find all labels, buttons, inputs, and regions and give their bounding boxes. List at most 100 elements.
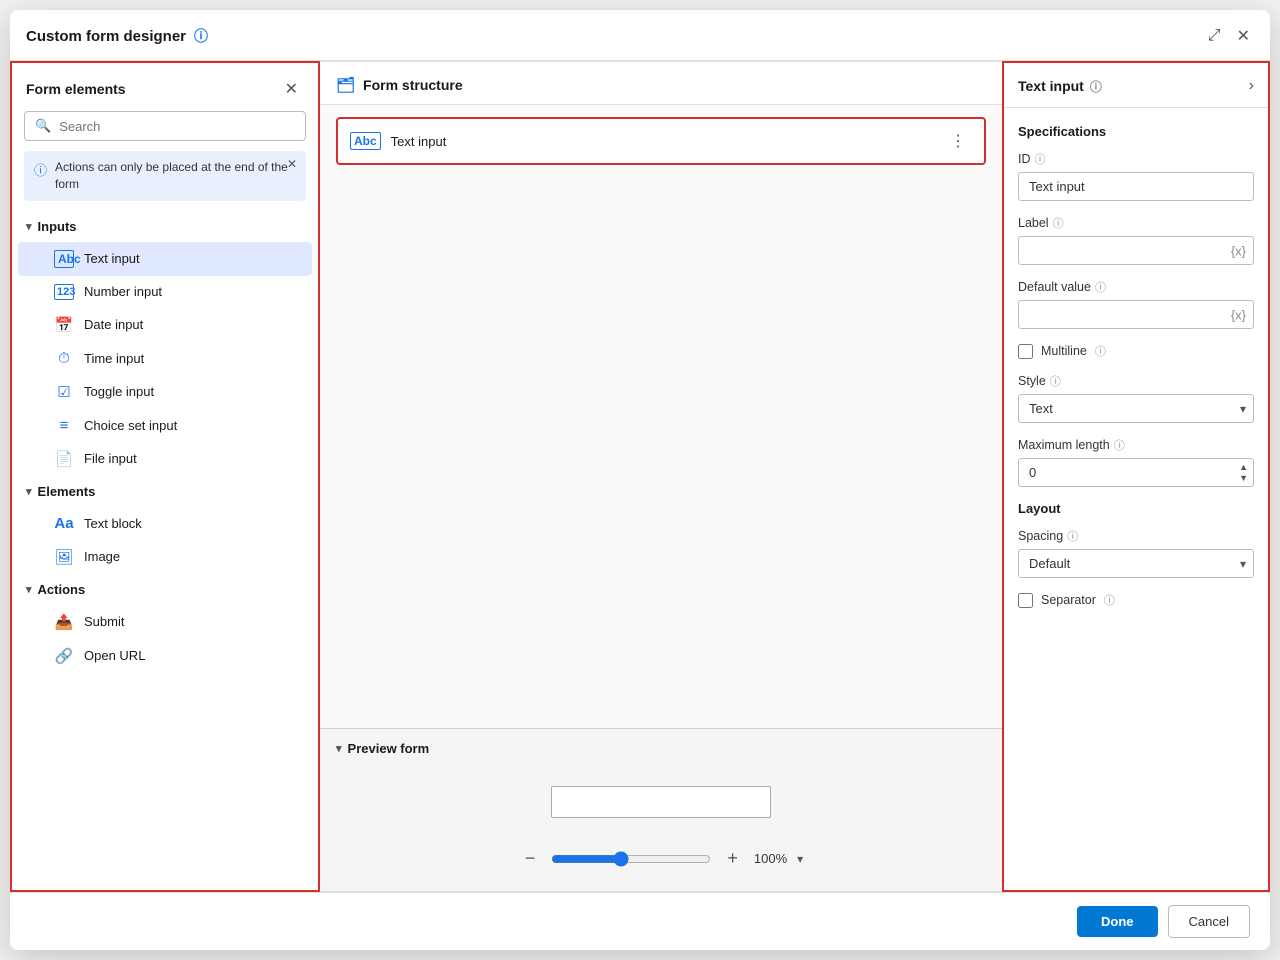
- default-value-field-group: Default value ⓘ {x}: [1018, 279, 1254, 329]
- number-input-icon: 123: [54, 284, 74, 300]
- text-block-icon: Aa: [54, 515, 74, 532]
- close-button[interactable]: ✕: [1233, 22, 1254, 50]
- preview-header[interactable]: ▾ Preview form: [320, 729, 1002, 766]
- cancel-button[interactable]: Cancel: [1168, 905, 1250, 938]
- custom-form-designer-dialog: Custom form designer ⓘ ⤢ ✕ Form elements…: [10, 10, 1270, 950]
- max-length-up-arrow[interactable]: ▲: [1239, 462, 1248, 473]
- zoom-dropdown-chevron-icon[interactable]: ▾: [797, 852, 803, 866]
- left-panel-close-button[interactable]: ✕: [279, 77, 304, 101]
- spacing-label: Spacing ⓘ: [1018, 528, 1254, 544]
- form-element-icon: Abc: [350, 132, 381, 150]
- search-input[interactable]: [59, 119, 295, 134]
- separator-checkbox[interactable]: [1018, 593, 1033, 608]
- right-panel-info-icon[interactable]: ⓘ: [1090, 78, 1102, 95]
- text-input-label: Text input: [84, 251, 140, 266]
- toggle-input-icon: ☑: [54, 383, 74, 401]
- maximize-button[interactable]: ⤢: [1204, 23, 1225, 49]
- done-button[interactable]: Done: [1077, 906, 1158, 937]
- info-banner-icon: ⓘ: [34, 160, 47, 179]
- max-length-label: Maximum length ⓘ: [1018, 437, 1254, 453]
- style-label: Style ⓘ: [1018, 373, 1254, 389]
- default-value-label: Default value ⓘ: [1018, 279, 1254, 295]
- form-structure-body: Abc Text input ⋮: [320, 105, 1002, 728]
- id-field-group: ID ⓘ: [1018, 151, 1254, 201]
- default-value-formula-icon: {x}: [1231, 307, 1246, 322]
- time-input-icon: ⏱: [54, 350, 74, 367]
- max-length-info-icon[interactable]: ⓘ: [1114, 437, 1125, 453]
- preview-input-field[interactable]: [551, 786, 771, 818]
- list-item-file-input[interactable]: 📄 File input: [18, 442, 312, 476]
- search-icon: 🔍: [35, 118, 51, 134]
- actions-section-label: Actions: [38, 582, 86, 597]
- zoom-minus-button[interactable]: −: [519, 846, 542, 871]
- separator-label-text: Separator: [1041, 593, 1096, 607]
- number-input-label: Number input: [84, 284, 162, 299]
- info-banner-text: Actions can only be placed at the end of…: [55, 159, 296, 193]
- separator-info-icon[interactable]: ⓘ: [1104, 592, 1115, 608]
- spacing-select[interactable]: Default None Small Medium Large Extra La…: [1018, 549, 1254, 578]
- list-item-toggle-input[interactable]: ☑ Toggle input: [18, 375, 312, 409]
- form-element-label: Text input: [391, 134, 447, 149]
- actions-section-header[interactable]: ▾ Actions: [12, 574, 318, 605]
- title-actions: ⤢ ✕: [1204, 22, 1254, 50]
- elements-chevron-icon: ▾: [26, 485, 32, 498]
- preview-chevron-icon: ▾: [336, 742, 342, 755]
- default-value-info-icon[interactable]: ⓘ: [1095, 279, 1106, 295]
- info-icon[interactable]: ⓘ: [194, 26, 208, 46]
- multiline-info-icon[interactable]: ⓘ: [1095, 343, 1106, 359]
- layout-title: Layout: [1018, 501, 1254, 516]
- label-info-icon[interactable]: ⓘ: [1053, 215, 1064, 231]
- right-panel: Text input ⓘ › Specifications ID ⓘ: [1002, 61, 1270, 892]
- list-item-time-input[interactable]: ⏱ Time input: [18, 342, 312, 375]
- zoom-slider[interactable]: [551, 851, 711, 867]
- max-length-number-field: ▲ ▼: [1018, 458, 1254, 487]
- specifications-title: Specifications: [1018, 124, 1254, 139]
- date-input-icon: 📅: [54, 316, 74, 334]
- elements-section-header[interactable]: ▾ Elements: [12, 476, 318, 507]
- right-panel-chevron-icon[interactable]: ›: [1249, 77, 1254, 95]
- search-box: 🔍: [24, 111, 306, 141]
- inputs-section-header[interactable]: ▾ Inputs: [12, 211, 318, 242]
- list-item-number-input[interactable]: 123 Number input: [18, 276, 312, 308]
- style-select[interactable]: Text Tel Email URL Password: [1018, 394, 1254, 423]
- max-length-input[interactable]: [1018, 458, 1254, 487]
- multiline-checkbox[interactable]: [1018, 344, 1033, 359]
- id-info-icon[interactable]: ⓘ: [1035, 151, 1046, 167]
- text-block-label: Text block: [84, 516, 142, 531]
- default-value-label-text: Default value: [1018, 280, 1091, 294]
- spacing-field-group: Spacing ⓘ Default None Small Medium Larg…: [1018, 528, 1254, 578]
- info-banner-close-button[interactable]: ✕: [284, 157, 300, 171]
- max-length-down-arrow[interactable]: ▼: [1239, 473, 1248, 484]
- max-length-label-text: Maximum length: [1018, 438, 1110, 452]
- inputs-section-label: Inputs: [38, 219, 77, 234]
- default-value-input-wrapper: {x}: [1018, 300, 1254, 329]
- open-url-label: Open URL: [84, 648, 145, 663]
- preview-zoom-bar: − + 100% ▾: [336, 838, 986, 875]
- list-item-choice-set-input[interactable]: ≡ Choice set input: [18, 409, 312, 442]
- form-element-menu-button[interactable]: ⋮: [944, 129, 972, 153]
- preview-body: − + 100% ▾: [320, 766, 1002, 891]
- list-item-image[interactable]: 🖼 Image: [18, 540, 312, 574]
- right-panel-header: Text input ⓘ ›: [1004, 63, 1268, 108]
- dialog-body: Form elements ✕ 🔍 ⓘ Actions can only be …: [10, 61, 1270, 892]
- spacing-info-icon[interactable]: ⓘ: [1067, 528, 1078, 544]
- list-item-date-input[interactable]: 📅 Date input: [18, 308, 312, 342]
- left-panel-title: Form elements: [26, 81, 126, 97]
- preview-title: Preview form: [348, 741, 430, 756]
- form-element-row-text-input[interactable]: Abc Text input ⋮: [336, 117, 986, 165]
- list-item-text-block[interactable]: Aa Text block: [18, 507, 312, 540]
- actions-chevron-icon: ▾: [26, 583, 32, 596]
- id-input[interactable]: [1018, 172, 1254, 201]
- list-item-submit[interactable]: 📤 Submit: [18, 605, 312, 639]
- label-input[interactable]: [1018, 236, 1254, 265]
- default-value-input[interactable]: [1018, 300, 1254, 329]
- style-field-group: Style ⓘ Text Tel Email URL Password ▾: [1018, 373, 1254, 423]
- list-item-text-input[interactable]: Abc Text input: [18, 242, 312, 276]
- zoom-plus-button[interactable]: +: [721, 846, 744, 871]
- list-item-open-url[interactable]: 🔗 Open URL: [18, 639, 312, 673]
- elements-section-label: Elements: [38, 484, 96, 499]
- label-label: Label ⓘ: [1018, 215, 1254, 231]
- style-info-icon[interactable]: ⓘ: [1050, 373, 1061, 389]
- image-label: Image: [84, 549, 120, 564]
- spacing-label-text: Spacing: [1018, 529, 1063, 543]
